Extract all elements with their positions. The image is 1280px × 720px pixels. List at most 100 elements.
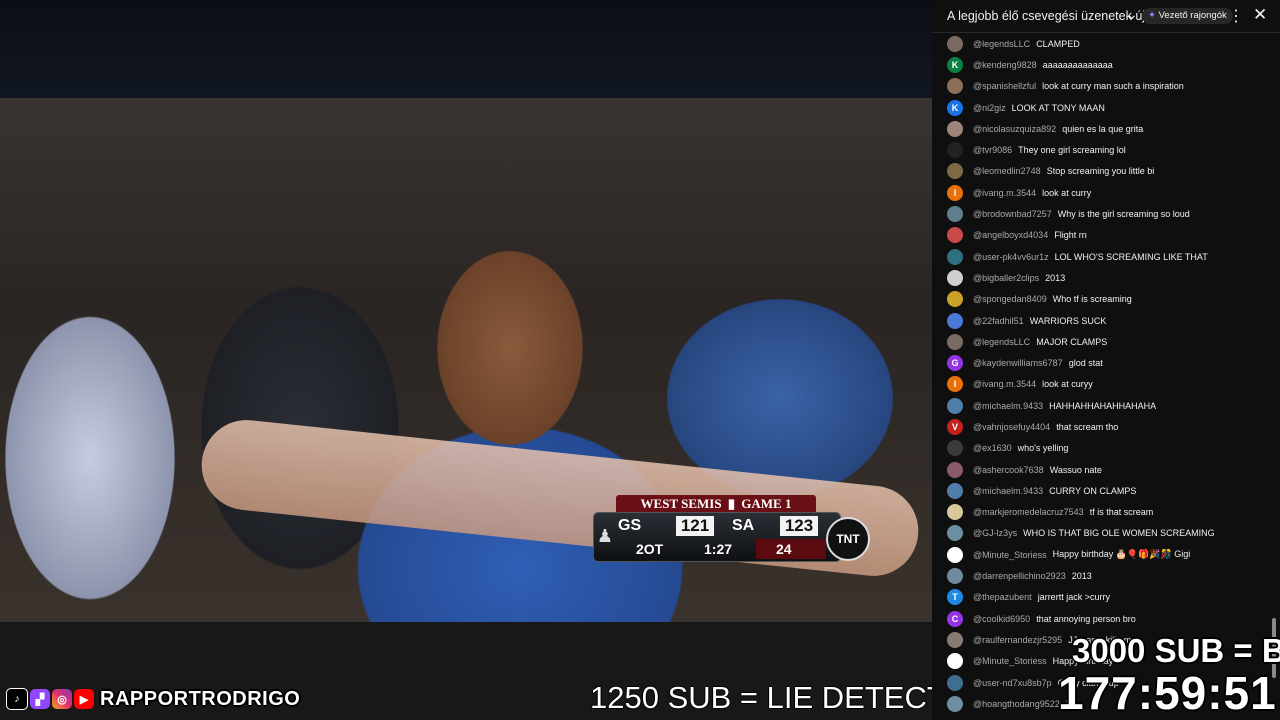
chat-message[interactable]: V @vahnjosefuy4404 that scream tho xyxy=(932,416,1280,437)
avatar[interactable] xyxy=(947,269,963,286)
top-fans-badge[interactable]: ✦ Vezető rajongók xyxy=(1142,8,1233,24)
chat-message[interactable]: @ashercook7638 Wassuo nate xyxy=(932,459,1280,480)
avatar[interactable] xyxy=(947,397,963,414)
avatar[interactable] xyxy=(947,504,963,521)
period-label: 2OT xyxy=(636,541,664,557)
chat-message[interactable]: @22fadhil51 WARRIORS SUCK xyxy=(932,310,1280,331)
chat-author[interactable]: @darrenpellichino2923 xyxy=(973,571,1066,581)
chat-author[interactable]: @legendsLLC xyxy=(973,39,1030,49)
chat-author[interactable]: @ni2giz xyxy=(973,103,1006,113)
avatar[interactable] xyxy=(947,333,963,350)
avatar[interactable] xyxy=(947,568,963,585)
chat-author[interactable]: @GJ-lz3ys xyxy=(973,528,1017,538)
video-player[interactable]: WEST SEMIS ▮ GAME 1 ♟ GS 121 SA 123 2OT … xyxy=(0,0,932,720)
avatar[interactable] xyxy=(947,291,963,308)
chat-author[interactable]: @kendeng9828 xyxy=(973,60,1037,70)
avatar[interactable] xyxy=(947,546,963,563)
chat-message[interactable]: K @kendeng9828 aaaaaaaaaaaaaa xyxy=(932,54,1280,75)
close-icon[interactable]: ✕ xyxy=(1253,5,1267,25)
avatar[interactable] xyxy=(947,674,963,691)
chat-message[interactable]: @darrenpellichino2923 2013 xyxy=(932,565,1280,586)
chat-message[interactable]: K @ni2giz LOOK AT TONY MAAN xyxy=(932,97,1280,118)
avatar[interactable]: V xyxy=(947,418,963,435)
chat-message[interactable]: @brodownbad7257 Why is the girl screaming… xyxy=(932,203,1280,224)
chat-author[interactable]: @brodownbad7257 xyxy=(973,209,1052,219)
chat-message[interactable]: T @thepazubent jarrertt jack >curry xyxy=(932,587,1280,608)
avatar[interactable]: K xyxy=(947,99,963,116)
chat-author[interactable]: @spongedan8409 xyxy=(973,294,1047,304)
chat-author[interactable]: @ivang.m.3544 xyxy=(973,379,1036,389)
chat-author[interactable]: @thepazubent xyxy=(973,592,1032,602)
avatar[interactable] xyxy=(947,525,963,542)
avatar[interactable]: G xyxy=(947,355,963,372)
chat-author[interactable]: @bigballer2clips xyxy=(973,273,1039,283)
chat-message[interactable]: @nicolasuzquiza892 quien es la que grita xyxy=(932,118,1280,139)
chat-author[interactable]: @user-nd7xu8sb7p xyxy=(973,678,1052,688)
chat-message[interactable]: @angelboyxd4034 Flight rn xyxy=(932,225,1280,246)
chevron-down-icon[interactable]: ⌄ xyxy=(1126,6,1138,23)
chat-message[interactable]: @spanishellzful look at curry man such a … xyxy=(932,76,1280,97)
avatar[interactable]: I xyxy=(947,376,963,393)
chat-mode-dropdown[interactable]: A legjobb élő csevegési üzenetek új... xyxy=(947,9,1155,23)
avatar[interactable] xyxy=(947,312,963,329)
chat-author[interactable]: @kaydenwilliams6787 xyxy=(973,358,1063,368)
avatar[interactable] xyxy=(947,631,963,648)
chat-author[interactable]: @michaelm.9433 xyxy=(973,486,1043,496)
chat-author[interactable]: @leomedlin2748 xyxy=(973,166,1041,176)
chat-message[interactable]: I @ivang.m.3544 look at curry xyxy=(932,182,1280,203)
avatar[interactable]: T xyxy=(947,589,963,606)
avatar[interactable] xyxy=(947,120,963,137)
chat-message[interactable]: @michaelm.9433 HAHHAHHAHAHHAHAHA xyxy=(932,395,1280,416)
chat-message[interactable]: I @ivang.m.3544 look at curyy xyxy=(932,374,1280,395)
avatar[interactable] xyxy=(947,227,963,244)
chat-author[interactable]: @ivang.m.3544 xyxy=(973,188,1036,198)
chat-message[interactable]: C @coolkid6950 that annoying person bro xyxy=(932,608,1280,629)
chat-author[interactable]: @Minute_Storiess xyxy=(973,550,1047,560)
chat-message[interactable]: @spongedan8409 Who tf is screaming xyxy=(932,289,1280,310)
chat-author[interactable]: @coolkid6950 xyxy=(973,614,1030,624)
chat-message[interactable]: @ex1630 who's yelling xyxy=(932,438,1280,459)
chat-message[interactable]: @tvr9086 They one girl screaming lol xyxy=(932,139,1280,160)
chat-author[interactable]: @22fadhil51 xyxy=(973,316,1024,326)
avatar[interactable] xyxy=(947,440,963,457)
avatar[interactable] xyxy=(947,248,963,265)
chat-message[interactable]: @legendsLLC MAJOR CLAMPS xyxy=(932,331,1280,352)
chat-message[interactable]: @bigballer2clips 2013 xyxy=(932,267,1280,288)
avatar[interactable] xyxy=(947,482,963,499)
chat-message[interactable]: @GJ-lz3ys WHO IS THAT BIG OLE WOMEN SCREA… xyxy=(932,523,1280,544)
chat-author[interactable]: @ashercook7638 xyxy=(973,465,1044,475)
avatar[interactable] xyxy=(947,206,963,223)
chat-message-list[interactable]: @legendsLLC CLAMPED K @kendeng9828 aaaaaaaaa… xyxy=(932,33,1280,715)
chat-message[interactable]: @markjeromedelacruz7543 tf is that scream xyxy=(932,502,1280,523)
chat-author[interactable]: @michaelm.9433 xyxy=(973,401,1043,411)
chat-message[interactable]: @michaelm.9433 CURRY ON CLAMPS xyxy=(932,480,1280,501)
avatar[interactable]: K xyxy=(947,56,963,73)
avatar[interactable] xyxy=(947,78,963,95)
avatar[interactable] xyxy=(947,35,963,52)
chat-author[interactable]: @markjeromedelacruz7543 xyxy=(973,507,1084,517)
avatar[interactable]: C xyxy=(947,610,963,627)
avatar[interactable] xyxy=(947,653,963,670)
chat-author[interactable]: @raulfernandezjr5295 xyxy=(973,635,1062,645)
chat-author[interactable]: @angelboyxd4034 xyxy=(973,230,1048,240)
chat-message[interactable]: G @kaydenwilliams6787 glod stat xyxy=(932,352,1280,373)
chat-author[interactable]: @legendsLLC xyxy=(973,337,1030,347)
chat-message[interactable]: @legendsLLC CLAMPED xyxy=(932,33,1280,54)
chat-message[interactable]: @Minute_Storiess Happy birthday 🎂🎈🎁🎉🎊 Gig… xyxy=(932,544,1280,565)
chat-author[interactable]: @nicolasuzquiza892 xyxy=(973,124,1056,134)
avatar[interactable]: I xyxy=(947,184,963,201)
chat-author[interactable]: @spanishellzful xyxy=(973,81,1036,91)
more-options-icon[interactable]: ⋮ xyxy=(1228,6,1244,26)
avatar[interactable] xyxy=(947,695,963,712)
avatar[interactable] xyxy=(947,163,963,180)
avatar[interactable] xyxy=(947,142,963,159)
chat-author[interactable]: @user-pk4vv6ur1z xyxy=(973,252,1049,262)
chat-message[interactable]: @leomedlin2748 Stop screaming you little … xyxy=(932,161,1280,182)
chat-author[interactable]: @tvr9086 xyxy=(973,145,1012,155)
avatar[interactable] xyxy=(947,461,963,478)
chat-author[interactable]: @ex1630 xyxy=(973,443,1012,453)
chat-message[interactable]: @user-pk4vv6ur1z LOL WHO'S SCREAMING LIKE… xyxy=(932,246,1280,267)
chat-author[interactable]: @vahnjosefuy4404 xyxy=(973,422,1050,432)
chat-author[interactable]: @Minute_Storiess xyxy=(973,656,1047,666)
chat-author[interactable]: @hoangthodang9522 xyxy=(973,699,1060,709)
